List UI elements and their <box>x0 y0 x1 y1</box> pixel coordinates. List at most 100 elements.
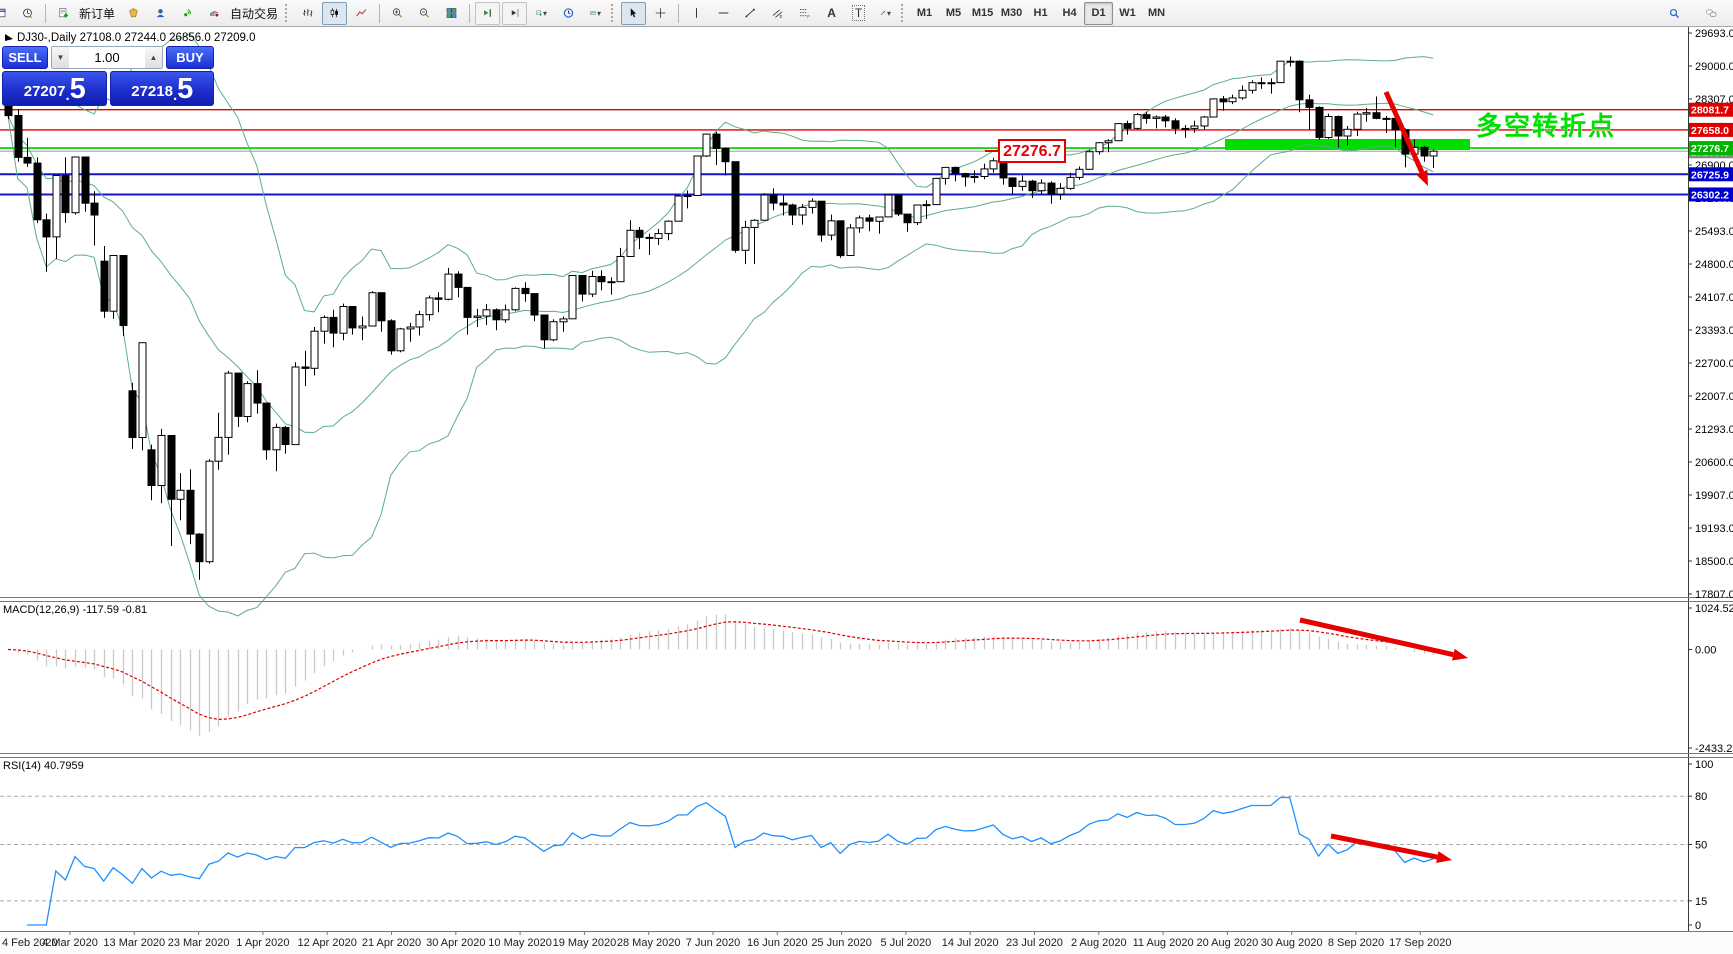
timeframe-MN[interactable]: MN <box>1142 2 1171 25</box>
chat-icon[interactable] <box>1699 2 1724 25</box>
date-label: 17 Sep 2020 <box>1389 937 1451 949</box>
svg-text:1024.52: 1024.52 <box>1695 603 1733 615</box>
chart-window-icon[interactable] <box>0 2 13 25</box>
date-label: 10 May 2020 <box>488 937 552 949</box>
sell-price[interactable]: 27207.5 <box>2 71 107 106</box>
date-label: 1 Apr 2020 <box>236 937 289 949</box>
buy-button[interactable]: BUY <box>166 46 214 69</box>
new-order-icon[interactable] <box>51 2 76 25</box>
candlestick-mode-icon[interactable] <box>322 2 347 25</box>
timeframe-M30[interactable]: M30 <box>997 2 1026 25</box>
turning-point-annotation: 多空转折点 <box>1476 111 1616 141</box>
trendline-tool-icon[interactable] <box>738 2 763 25</box>
mt4-window: 29693.029000.028307.027614.026900.026207… <box>0 0 1733 954</box>
strategy-tester-icon[interactable] <box>15 2 40 25</box>
date-label: 8 Sep 2020 <box>1328 937 1384 949</box>
svg-text:27276.7: 27276.7 <box>1691 143 1729 155</box>
timeframe-D1[interactable]: D1 <box>1084 2 1113 25</box>
channel-tool-icon[interactable] <box>765 2 790 25</box>
svg-text:50: 50 <box>1695 840 1707 852</box>
main-axis-tick: 24107.0 <box>1695 292 1733 304</box>
sell-price-pips: 5 <box>70 75 85 104</box>
date-label: 23 Mar 2020 <box>168 937 230 949</box>
buy-price-main: 27218 <box>131 80 173 104</box>
date-label: 20 Aug 2020 <box>1197 937 1259 949</box>
main-axis-tick: 29000.0 <box>1695 61 1733 73</box>
text-tool[interactable]: A <box>819 2 844 25</box>
svg-text:27658.0: 27658.0 <box>1691 125 1729 137</box>
chart-shift-icon[interactable] <box>475 2 500 25</box>
signals-icon[interactable] <box>175 2 200 25</box>
main-axis-tick: 25493.0 <box>1695 226 1733 238</box>
chevron-down-icon: ▾ <box>597 9 601 18</box>
auto-trading-icon[interactable] <box>202 2 227 25</box>
line-chart-mode-icon[interactable] <box>349 2 374 25</box>
main-toolbar: 新订单自动交易▾▾AT▾M1M5M15M30H1H4D1W1MN <box>0 0 1733 27</box>
date-label: 25 Jun 2020 <box>811 937 872 949</box>
new-chart-icon[interactable]: ▾ <box>529 2 554 25</box>
svg-text:27276.7: 27276.7 <box>1003 143 1061 160</box>
sell-button[interactable]: SELL <box>2 46 48 69</box>
search-icon[interactable] <box>1662 2 1687 25</box>
date-label: 5 Jul 2020 <box>881 937 932 949</box>
date-label: 13 Mar 2020 <box>103 937 165 949</box>
label-tool[interactable]: T <box>846 2 871 25</box>
main-axis-tick: 21293.0 <box>1695 424 1733 436</box>
zoom-out-icon[interactable] <box>412 2 437 25</box>
chart-canvas[interactable]: 29693.029000.028307.027614.026900.026207… <box>0 0 1733 954</box>
svg-text:15: 15 <box>1695 896 1707 908</box>
market-icon[interactable] <box>121 2 146 25</box>
crosshair-tool-icon[interactable] <box>648 2 673 25</box>
timeframe-M15[interactable]: M15 <box>968 2 997 25</box>
svg-text:100: 100 <box>1695 759 1713 771</box>
date-label: 30 Aug 2020 <box>1261 937 1323 949</box>
buy-price[interactable]: 27218.5 <box>110 71 215 106</box>
volume-value[interactable]: 1.00 <box>69 50 145 65</box>
date-label: 11 Aug 2020 <box>1133 937 1194 949</box>
main-axis-tick: 18500.0 <box>1695 556 1733 568</box>
toolbar-grip <box>901 4 906 22</box>
svg-text:0.00: 0.00 <box>1695 644 1716 656</box>
auto-scroll-icon[interactable] <box>502 2 527 25</box>
date-label: 12 Apr 2020 <box>298 937 357 949</box>
community-icon[interactable] <box>148 2 173 25</box>
toolbar-separator <box>678 4 679 23</box>
tile-windows-icon[interactable] <box>439 2 464 25</box>
volume-up-icon[interactable]: ▲ <box>145 47 162 68</box>
date-label: 4 Mar 2020 <box>42 937 98 949</box>
toolbar-grip <box>611 4 616 22</box>
vertical-line-tool-icon[interactable] <box>684 2 709 25</box>
timeframe-M5[interactable]: M5 <box>939 2 968 25</box>
main-axis-tick: 17807.0 <box>1695 589 1733 601</box>
chart-title: DJ30-,Daily 27108.0 27244.0 26856.0 2720… <box>17 32 256 44</box>
svg-text:26725.9: 26725.9 <box>1691 169 1729 181</box>
zoom-in-icon[interactable] <box>385 2 410 25</box>
profiles-icon[interactable]: ▾ <box>583 2 608 25</box>
main-axis-tick: 22007.0 <box>1695 391 1733 403</box>
toolbar-grip <box>285 4 290 22</box>
horizontal-line-tool-icon[interactable] <box>711 2 736 25</box>
bar-chart-mode-icon[interactable] <box>295 2 320 25</box>
timeframe-M1[interactable]: M1 <box>910 2 939 25</box>
timeframe-H1[interactable]: H1 <box>1026 2 1055 25</box>
svg-text:28081.7: 28081.7 <box>1691 105 1729 117</box>
svg-text:-2433.25: -2433.25 <box>1695 743 1733 755</box>
svg-text:0: 0 <box>1695 920 1701 932</box>
timeframe-H4[interactable]: H4 <box>1055 2 1084 25</box>
main-axis-tick: 29693.0 <box>1695 28 1733 40</box>
buy-price-pips: 5 <box>177 75 192 104</box>
svg-text:26302.2: 26302.2 <box>1691 189 1729 201</box>
auto-trading-label[interactable]: 自动交易 <box>230 5 278 22</box>
volume-stepper[interactable]: ▼ 1.00 ▲ <box>51 46 163 69</box>
toolbar-separator <box>45 4 46 23</box>
fibonacci-tool-icon[interactable] <box>792 2 817 25</box>
cursor-tool-icon[interactable] <box>621 2 646 25</box>
timeframe-W1[interactable]: W1 <box>1113 2 1142 25</box>
volume-down-icon[interactable]: ▼ <box>52 47 69 68</box>
toolbar-separator <box>379 4 380 23</box>
clock-icon[interactable] <box>556 2 581 25</box>
new-order-label[interactable]: 新订单 <box>79 5 115 22</box>
arrows-tool-icon[interactable]: ▾ <box>873 2 898 25</box>
date-label: 16 Jun 2020 <box>747 937 808 949</box>
one-click-trading-panel: SELL ▼ 1.00 ▲ BUY 27207.5 27218.5 <box>2 46 214 106</box>
